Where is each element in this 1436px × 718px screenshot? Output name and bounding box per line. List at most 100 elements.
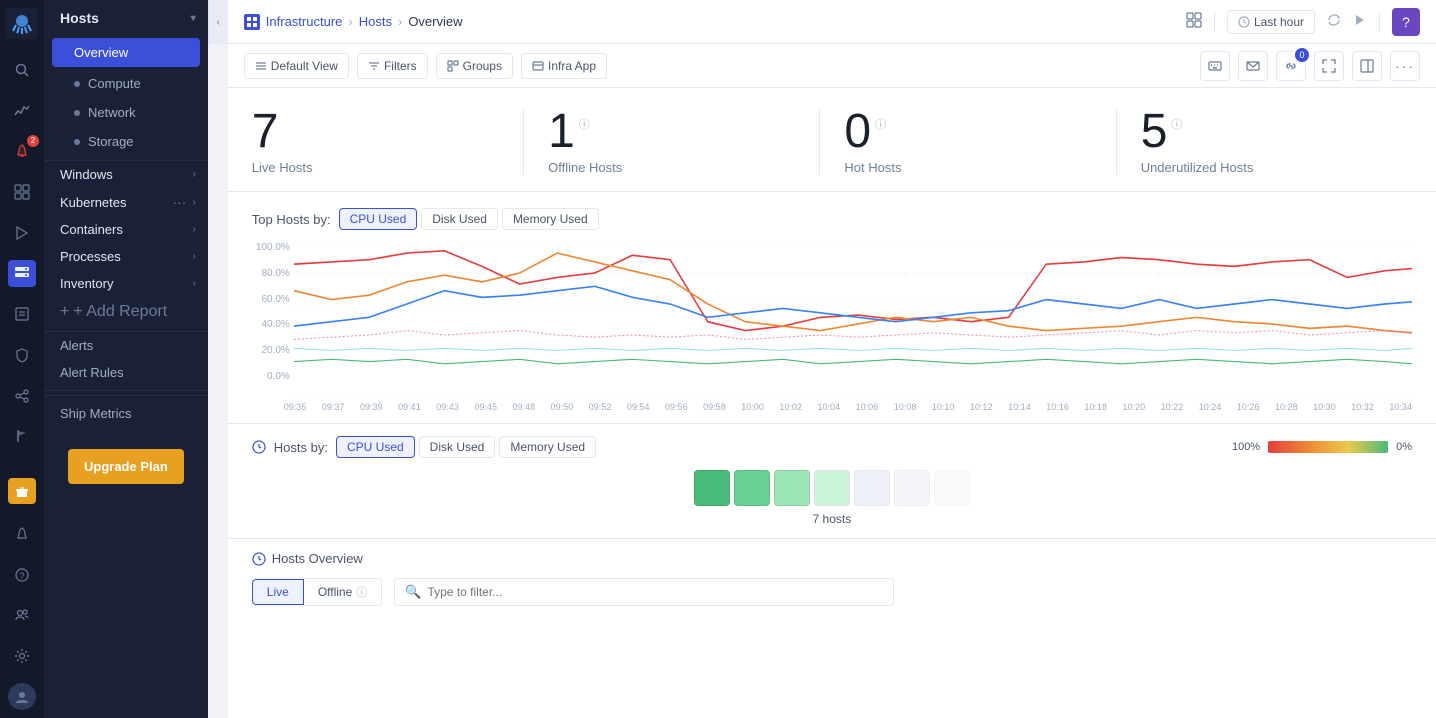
dashboards-nav-icon[interactable] <box>8 179 36 206</box>
gift-nav-icon[interactable] <box>8 478 36 505</box>
alerts-nav-icon[interactable]: 2 <box>8 138 36 165</box>
security-nav-icon[interactable] <box>8 342 36 369</box>
heatmap-box-2[interactable] <box>774 470 810 506</box>
heatmap-box-1[interactable] <box>734 470 770 506</box>
processes-label: Processes <box>60 249 121 264</box>
sidebar-item-network[interactable]: Network <box>44 98 208 127</box>
y-label-80: 80.0% <box>252 268 290 279</box>
sidebar-kubernetes[interactable]: Kubernetes ··· › <box>44 188 208 216</box>
help-button[interactable]: ? <box>1392 8 1420 36</box>
integrations-nav-icon[interactable] <box>8 382 36 409</box>
last-hour-btn[interactable]: Last hour <box>1227 10 1315 34</box>
flag-nav-icon[interactable] <box>8 423 36 450</box>
breadcrumb-infra[interactable]: Infrastructure <box>266 14 343 29</box>
x-10-18: 10:18 <box>1084 402 1107 412</box>
layout-icon-btn[interactable] <box>1352 51 1382 81</box>
x-10-04: 10:04 <box>818 402 841 412</box>
x-09-37: 09:37 <box>322 402 345 412</box>
logs-nav-icon[interactable] <box>8 301 36 328</box>
sidebar-alert-rules[interactable]: Alert Rules <box>44 359 208 386</box>
infra-app-btn[interactable]: Infra App <box>521 53 607 79</box>
offline-button[interactable]: Offline ⓘ <box>304 578 382 606</box>
avatar-nav-icon[interactable] <box>8 683 36 710</box>
top-hosts-header: Top Hosts by: CPU Used Disk Used Memory … <box>252 208 1412 230</box>
sidebar-collapse-btn[interactable]: ‹ <box>208 0 228 44</box>
heatmap-box-4[interactable] <box>854 470 890 506</box>
filters-btn[interactable]: Filters <box>357 53 428 79</box>
upgrade-plan-button[interactable]: Upgrade Plan <box>68 449 184 484</box>
infra-breadcrumb-icon <box>244 14 260 30</box>
offline-info-icon: ⓘ <box>579 116 590 132</box>
inventory-arrow: › <box>192 278 195 289</box>
inventory-label: Inventory <box>60 276 113 291</box>
sidebar-alerts[interactable]: Alerts <box>44 332 208 359</box>
tab-memory-used-heatmap[interactable]: Memory Used <box>499 436 596 458</box>
add-report-btn[interactable]: + + Add Report <box>44 297 208 327</box>
y-axis-labels: 100.0% 80.0% 60.0% 40.0% 20.0% 0.0% <box>252 242 294 382</box>
hosts-nav-label: Hosts <box>60 10 99 26</box>
filter-text-input[interactable] <box>427 585 883 599</box>
refresh-icon[interactable] <box>1327 13 1341 30</box>
breadcrumb-hosts[interactable]: Hosts <box>359 14 392 29</box>
sidebar-processes[interactable]: Processes › <box>44 243 208 270</box>
sidebar-item-overview[interactable]: Overview <box>52 38 200 67</box>
tab-cpu-used-heatmap[interactable]: CPU Used <box>336 436 415 458</box>
sidebar-item-compute[interactable]: Compute <box>44 69 208 98</box>
add-report-icon: + <box>60 303 69 321</box>
groups-btn[interactable]: Groups <box>436 53 513 79</box>
tab-disk-used-heatmap[interactable]: Disk Used <box>419 436 496 458</box>
sidebar-inventory[interactable]: Inventory › <box>44 270 208 297</box>
hosts-nav-header[interactable]: Hosts ▾ <box>44 0 208 36</box>
help-nav-icon[interactable]: ? <box>8 561 36 588</box>
topbar-divider <box>1214 12 1215 32</box>
app-logo[interactable] <box>6 8 38 39</box>
infra-nav-icon[interactable] <box>8 260 36 287</box>
live-button[interactable]: Live <box>252 579 304 605</box>
sidebar-containers[interactable]: Containers › <box>44 216 208 243</box>
breadcrumb-current: Overview <box>408 14 462 29</box>
tab-memory-used-top[interactable]: Memory Used <box>502 208 599 230</box>
search-nav-icon[interactable] <box>8 57 36 84</box>
tab-cpu-used-top[interactable]: CPU Used <box>339 208 418 230</box>
offline-label: Offline <box>318 585 352 599</box>
team-nav-icon[interactable] <box>8 602 36 629</box>
apm-nav-icon[interactable] <box>8 97 36 124</box>
x-09-45: 09:45 <box>474 402 497 412</box>
stat-underutilized-hosts[interactable]: 5 ⓘ Underutilized Hosts <box>1116 108 1412 175</box>
sidebar-ship-metrics[interactable]: Ship Metrics <box>44 395 208 431</box>
kubernetes-dots[interactable]: ··· <box>172 194 186 210</box>
x-10-16: 10:16 <box>1046 402 1069 412</box>
x-axis-labels: 09:35 09:37 09:39 09:41 09:43 09:45 09:4… <box>252 402 1412 412</box>
stat-hot-hosts[interactable]: 0 ⓘ Hot Hosts <box>819 108 1115 175</box>
sidebar-item-storage[interactable]: Storage <box>44 127 208 156</box>
grid-icon[interactable] <box>1186 12 1202 31</box>
mail-icon-btn[interactable] <box>1238 51 1268 81</box>
storage-label: Storage <box>88 134 134 149</box>
top-hosts-label: Top Hosts by: <box>252 212 331 227</box>
heatmap-box-5[interactable] <box>894 470 930 506</box>
svg-text:?: ? <box>20 571 25 581</box>
sidebar-windows[interactable]: Windows › <box>44 161 208 188</box>
heatmap-box-6[interactable] <box>934 470 970 506</box>
hosts-by-tabs: CPU Used Disk Used Memory Used <box>336 436 596 458</box>
heatmap-box-3[interactable] <box>814 470 850 506</box>
keyboard-icon-btn[interactable] <box>1200 51 1230 81</box>
topbar-divider2 <box>1379 12 1380 32</box>
x-10-12: 10:12 <box>970 402 993 412</box>
x-10-08: 10:08 <box>894 402 917 412</box>
play-icon[interactable] <box>1353 13 1367 30</box>
more-icon-btn[interactable]: ··· <box>1390 51 1420 81</box>
tab-disk-used-top[interactable]: Disk Used <box>421 208 498 230</box>
default-view-btn[interactable]: Default View <box>244 53 349 79</box>
events-nav-icon[interactable] <box>8 219 36 246</box>
fullscreen-icon-btn[interactable] <box>1314 51 1344 81</box>
settings-nav-icon[interactable] <box>8 643 36 670</box>
x-09-35: 09:35 <box>284 402 307 412</box>
bell-nav-icon[interactable] <box>8 520 36 547</box>
x-10-32: 10:32 <box>1351 402 1374 412</box>
heatmap-box-0[interactable] <box>694 470 730 506</box>
line-chart <box>294 242 1412 397</box>
stat-offline-hosts[interactable]: 1 ⓘ Offline Hosts <box>523 108 819 175</box>
stat-live-hosts[interactable]: 7 Live Hosts <box>252 108 523 175</box>
link-icon-btn[interactable]: 0 <box>1276 51 1306 81</box>
